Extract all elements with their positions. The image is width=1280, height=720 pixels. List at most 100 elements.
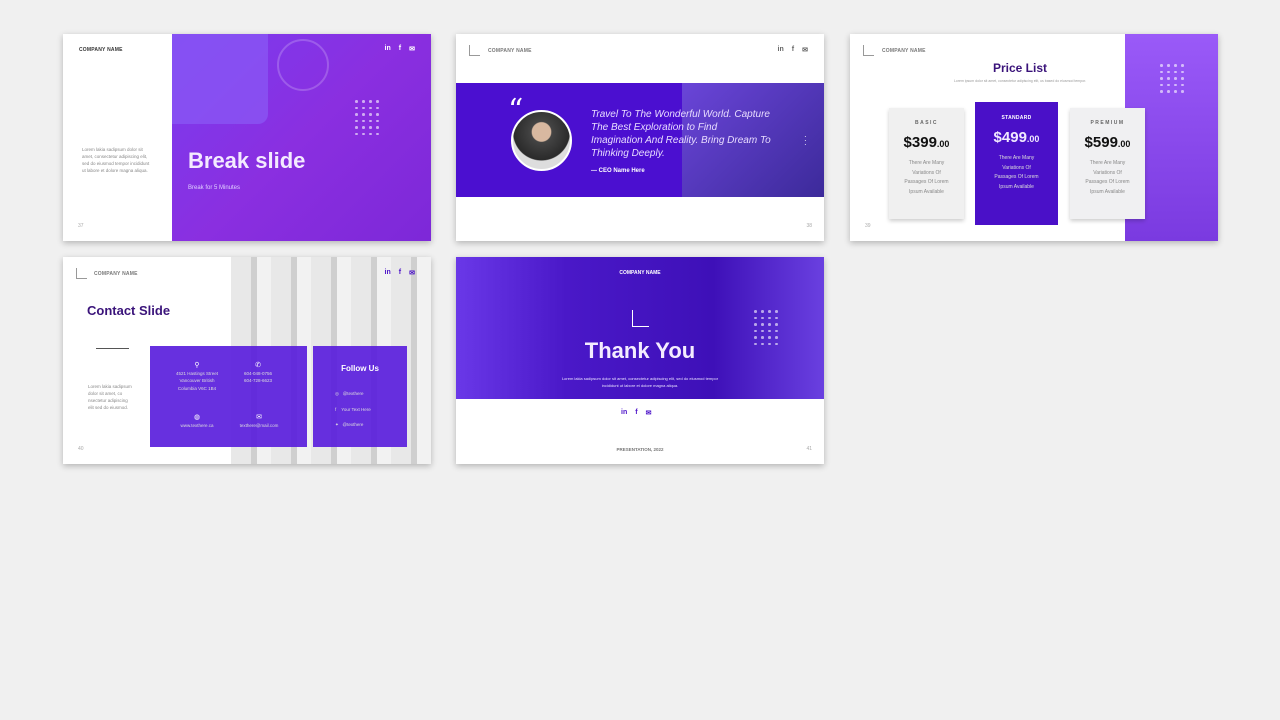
email-icon[interactable]: ✉ [646,409,652,417]
facebook-icon[interactable]: f [399,269,401,277]
facebook-icon: f [335,407,337,412]
company-name: COMPANY NAME [882,48,926,54]
presentation-footer: PRESENTATION, 2022 [616,447,664,452]
ceo-avatar [511,110,572,171]
slide-subtitle: Lorem ipsum dolor sit amet, consectetur … [953,79,1087,83]
company-name: COMPANY NAME [79,47,123,53]
price-cents: .00 [1026,134,1040,144]
price-value: $399 [903,134,937,151]
social-links: in f ✉ [778,46,808,54]
phone-2: 604-728-6623 [243,378,273,383]
phone-1: 604-048-0756 [243,370,273,376]
plan-name: PREMIUM [1090,120,1125,126]
instagram-row[interactable]: ◎ @texthere [335,390,364,398]
hero-image: COMPANY NAME Thank You Lorem lakia sadip… [456,257,824,399]
instagram-handle: @texthere [342,391,364,396]
contact-card: ⚲ 4521 Hastings Street Vancouver British … [150,346,307,447]
follow-card: Follow Us ◎ @texthere f Your Text Here ✦… [313,346,407,447]
facebook-icon[interactable]: f [635,409,637,417]
slide-title: Break slide [188,148,306,173]
plan-price: $599.00 [1070,134,1145,151]
linkedin-icon[interactable]: in [621,409,627,417]
website-link[interactable]: www.texthere.ca [170,422,224,430]
email-icon[interactable]: ✉ [802,46,808,54]
plan-description: There Are Many Variations Of Passages Of… [994,155,1039,190]
email-icon: ✉ [256,414,262,421]
slide-body-text: Lorem lakia sadipsum dolor sit amet, con… [561,376,719,388]
linkedin-icon[interactable]: in [778,46,784,54]
twitter-icon: ✦ [335,422,339,427]
address-block: ⚲ 4521 Hastings Street Vancouver British … [175,362,219,392]
email-icon[interactable]: ✉ [409,269,415,277]
price-cents: .00 [936,139,950,149]
slide-title: Price List [992,61,1048,75]
dot-pattern [355,100,379,135]
email-block: ✉ texthere@mail.com [232,414,286,429]
logo-icon [469,45,480,56]
page-number: 38 [806,223,812,229]
hero-image: in f ✉ Break slide Break for 5 Minutes [172,34,431,241]
plan-price: $499.00 [975,129,1058,146]
price-value: $599 [1084,134,1118,151]
slide-break[interactable]: COMPANY NAME Lorem lakia sadipsum dolor … [63,34,431,241]
slide-testimonial[interactable]: COMPANY NAME in f ✉ “ Travel To The Wond… [456,34,824,241]
slide-title: Thank You [584,338,696,363]
twitter-handle: @texthere [342,422,364,427]
social-links: in f ✉ [385,269,415,277]
globe-icon: ◍ [193,414,201,421]
linkedin-icon[interactable]: in [385,45,391,53]
slide-price-list[interactable]: COMPANY NAME Price List Lorem ipsum dolo… [850,34,1218,241]
social-links: in f ✉ [385,45,415,53]
location-icon: ⚲ [194,362,200,369]
slide-subtitle: Break for 5 Minutes [188,185,241,191]
price-value: $499 [993,129,1027,146]
facebook-handle: Your Text Here [341,407,371,412]
laptop-image [172,34,268,124]
company-name: COMPANY NAME [488,48,532,54]
page-number: 39 [865,223,871,229]
slide-thank-you[interactable]: COMPANY NAME Thank You Lorem lakia sadip… [456,257,824,464]
website-block: ◍ www.texthere.ca [170,414,224,429]
page-number: 41 [806,446,812,452]
slide-body-text: Lorem lakia sadipsum dolor sit amet, co … [88,384,132,410]
plan-name: BASIC [914,120,939,126]
facebook-icon[interactable]: f [792,46,794,54]
facebook-icon[interactable]: f [399,45,401,53]
price-card-basic[interactable]: BASIC $399.00 There Are Many Variations … [889,108,964,219]
plan-name: STANDARD [1001,115,1032,121]
logo-icon [632,310,649,327]
logo-icon [76,268,87,279]
facebook-row[interactable]: f Your Text Here [335,406,371,414]
plan-description: There Are Many Variations Of Passages Of… [1085,160,1130,195]
follow-title: Follow Us [341,364,379,373]
more-icon[interactable]: · · · [804,133,807,149]
quote-band: “ Travel To The Wonderful World. Capture… [456,83,824,197]
divider [96,348,129,349]
slide-title: Contact Slide [87,303,171,318]
company-name: COMPANY NAME [94,271,138,277]
email-link[interactable]: texthere@mail.com [232,422,286,430]
phone-block: ✆ 604-048-0756 604-728-6623 [238,362,278,385]
company-name: COMPANY NAME [619,270,661,276]
logo-icon [863,45,874,56]
cup-image [277,39,329,91]
plan-description: There Are Many Variations Of Passages Of… [904,160,949,195]
instagram-icon: ◎ [335,391,339,396]
twitter-row[interactable]: ✦ @texthere [335,421,363,429]
email-icon[interactable]: ✉ [409,45,415,53]
quote-author: — CEO Name Here [591,168,645,174]
slide-body-text: Lorem lakia sadipsum dolor sit amet, con… [82,147,150,173]
phone-icon: ✆ [255,362,261,369]
quote-text: Travel To The Wonderful World. Capture T… [591,109,771,159]
price-card-premium[interactable]: PREMIUM $599.00 There Are Many Variation… [1070,108,1145,219]
price-cents: .00 [1117,139,1131,149]
plan-price: $399.00 [889,134,964,151]
address-text: 4521 Hastings Street Vancouver British C… [175,370,219,391]
page-number: 40 [78,446,84,452]
price-card-standard[interactable]: STANDARD $499.00 There Are Many Variatio… [975,102,1058,225]
social-links: in f ✉ [621,409,651,417]
page-number: 37 [78,223,84,229]
slide-contact[interactable]: COMPANY NAME in f ✉ Contact Slide Lorem … [63,257,431,464]
author-name: CEO Name Here [598,168,645,174]
linkedin-icon[interactable]: in [385,269,391,277]
